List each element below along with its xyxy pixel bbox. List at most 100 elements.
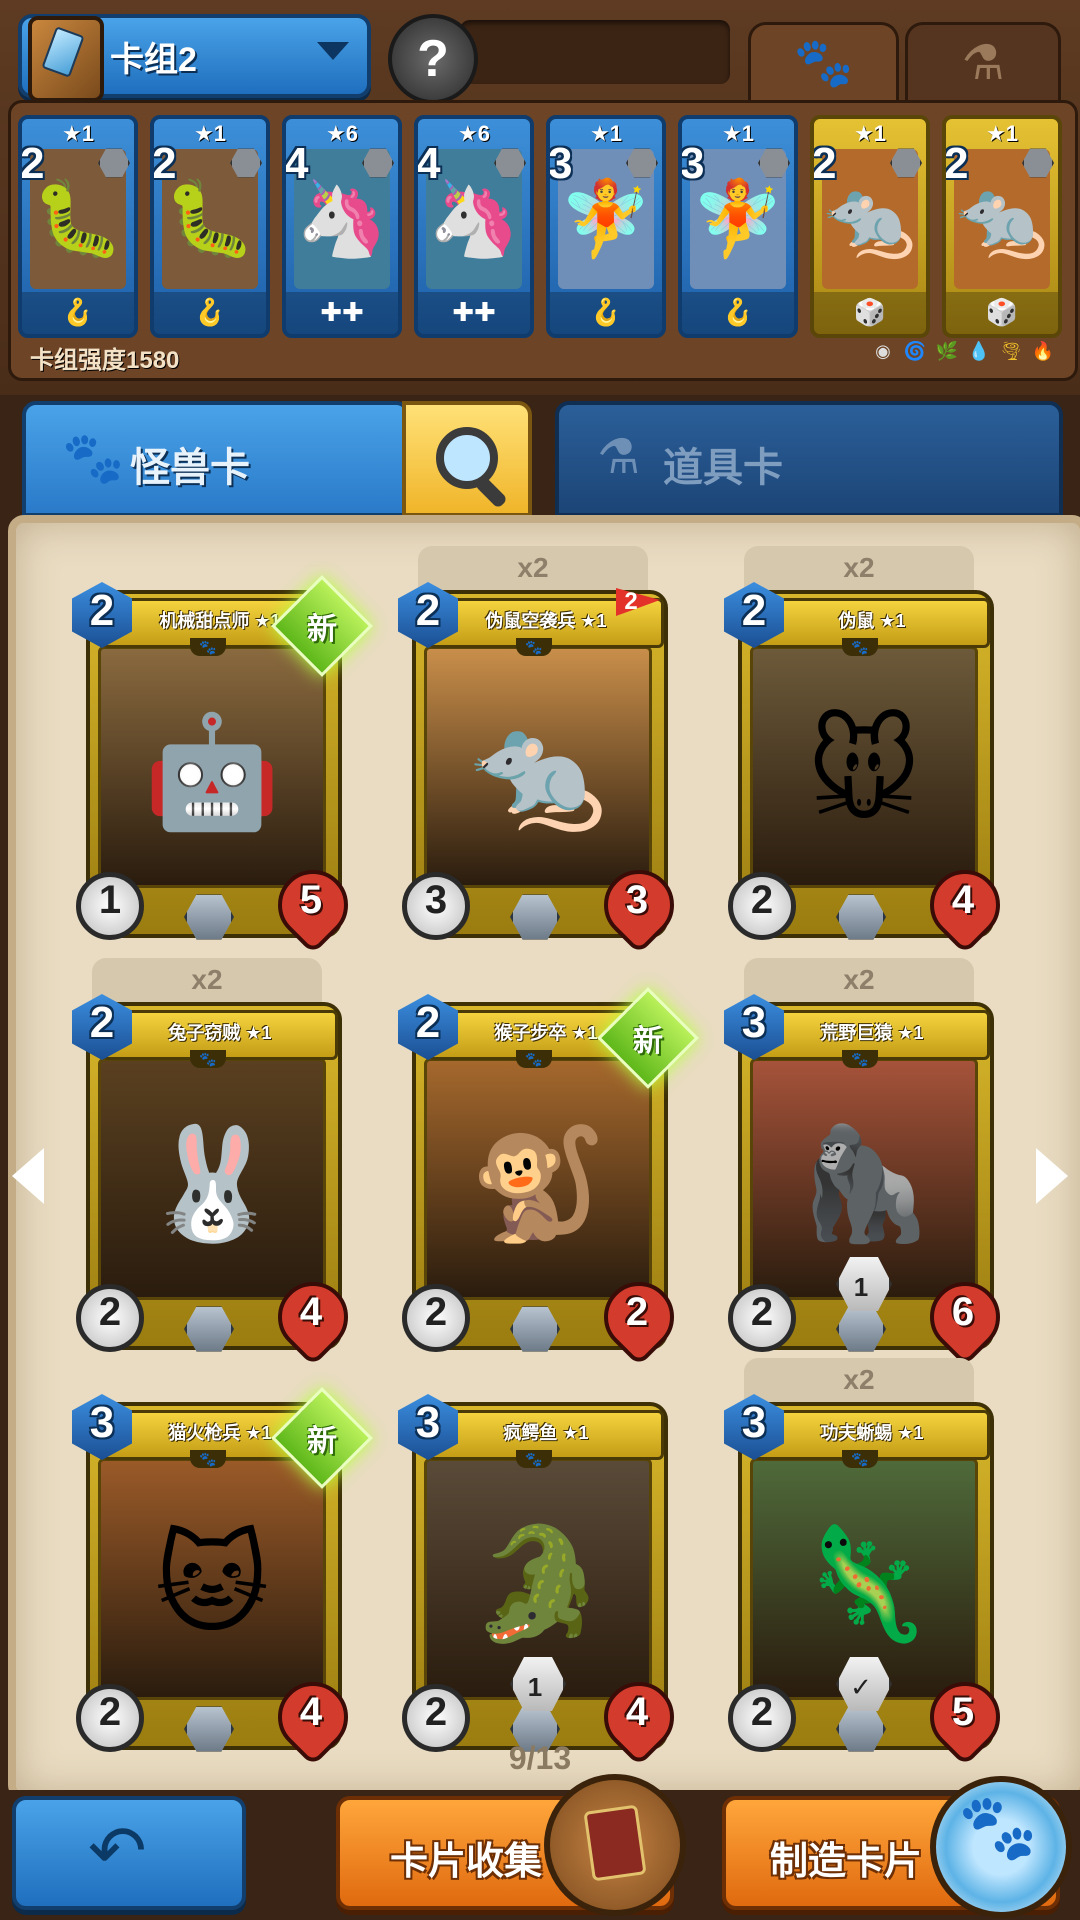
wind-element-icon: 🌪	[999, 341, 1023, 361]
card-art: 🐒	[424, 1058, 652, 1300]
back-arrow-icon: ↶	[88, 1812, 147, 1890]
collection-card-slot[interactable]: x2 🦎 功夫蜥蜴 ★1 🐾 3 2 5 ✓	[724, 1358, 1015, 1772]
deck-card-cost: 2	[20, 139, 45, 188]
deck-card[interactable]: 🐛 ★1 2 🪝	[150, 115, 270, 338]
deck-selector[interactable]: 卡组2	[18, 14, 371, 102]
card-cost: 3	[741, 998, 767, 1047]
deck-card[interactable]: 🐀 ★1 2 🎲	[942, 115, 1062, 338]
card-art: 🐭	[750, 646, 978, 888]
monster-card[interactable]: 🐒 猴子步卒 ★1 🐾 2 2 2 新	[398, 987, 699, 1372]
ability-value: ✓	[850, 1672, 872, 1702]
deck-card[interactable]: 🦄 ★6 4 ✚✚	[414, 115, 534, 338]
back-button[interactable]: ↶	[12, 1796, 246, 1910]
next-page-arrow-icon[interactable]	[1036, 1148, 1068, 1204]
collection-card-slot[interactable]: x2 🦍 荒野巨猿 ★1 🐾 3 2 6 1	[724, 958, 1015, 1372]
tab-monster-cards[interactable]: 🐾 怪兽卡	[22, 401, 410, 517]
potion-icon: ⚗	[597, 431, 641, 484]
card-cost: 2	[415, 586, 441, 635]
deck-name: 卡组2	[110, 41, 197, 79]
card-cost: 2	[89, 998, 115, 1047]
tribe-paw-icon: 🐾	[516, 1450, 552, 1468]
opponent-name-bar	[460, 20, 730, 84]
new-badge-label: 新	[307, 1425, 337, 1458]
card-hp: 4	[299, 1290, 323, 1334]
deck-card-ability-icon: ✚✚	[320, 297, 364, 327]
tab-item-label: 道具卡	[663, 446, 783, 490]
deck-card[interactable]: 🧚 ★1 3 🪝	[546, 115, 666, 338]
deck-card-footer: 🪝	[682, 292, 794, 334]
deck-book-icon	[28, 16, 104, 102]
tribe-paw-icon: 🐾	[190, 638, 226, 656]
page-indicator: 9/13	[508, 1740, 572, 1776]
monster-illustration: 🤖	[143, 710, 281, 834]
monster-card[interactable]: 🐊 疯鳄鱼 ★1 🐾 3 2 4 1	[398, 1392, 689, 1772]
monster-card[interactable]: 🐰 兔子窃贼 ★1 🐾 2 2 4	[72, 992, 363, 1372]
card-hp: 4	[951, 878, 975, 922]
deck-card-ability-icon: 🎲	[853, 297, 887, 327]
fire-element-icon: 🔥	[1031, 341, 1055, 361]
monster-card[interactable]: 🦎 功夫蜥蜴 ★1 🐾 3 2 5 ✓	[724, 1392, 1015, 1772]
tab-item-cards[interactable]: ⚗ 道具卡	[555, 401, 1063, 517]
deck-card[interactable]: 🐀 ★1 2 🎲	[810, 115, 930, 338]
deck-card-footer: ✚✚	[418, 292, 530, 334]
card-hp: 2	[625, 1290, 649, 1334]
tab-item-deck[interactable]: ⚗	[905, 22, 1061, 103]
prev-page-arrow-icon[interactable]	[12, 1148, 44, 1204]
card-hp: 4	[625, 1690, 649, 1734]
category-tabs: 🐾 怪兽卡 ⚗ 道具卡	[0, 395, 1080, 520]
tribe-paw-icon: 🐾	[190, 1050, 226, 1068]
deck-card-ability-icon: 🪝	[721, 297, 755, 327]
card-attack: 2	[750, 1290, 774, 1334]
deck-card-cost: 2	[152, 139, 177, 188]
collection-card-slot[interactable]: 🤖 机械甜点师 ★1 🐾 2 1 5 新	[72, 575, 373, 960]
collection-card-slot[interactable]: 🐊 疯鳄鱼 ★1 🐾 3 2 4 1	[398, 1392, 689, 1772]
collection-card-slot[interactable]: x2 🐭 伪鼠 ★1 🐾 2 2 4	[724, 546, 1015, 960]
neutral-element-icon: ◉	[875, 341, 891, 361]
card-art: 🤖	[98, 646, 326, 888]
deck-card-cost: 2	[812, 139, 837, 188]
card-cost: 3	[415, 1398, 441, 1447]
chevron-down-icon[interactable]	[317, 42, 349, 60]
collection-card-slot[interactable]: x2 🐀 伪鼠空袭兵 ★1 🐾 2 3 3 2	[398, 546, 689, 960]
card-cost: 3	[89, 1398, 115, 1447]
opponent-avatar[interactable]: ?	[388, 14, 478, 104]
tribe-paw-icon: 🐾	[842, 1050, 878, 1068]
tab-monster-deck[interactable]: 🐾	[748, 22, 899, 103]
paw-icon: 🐾	[958, 1791, 1038, 1863]
deck-card-ability-icon: 🎲	[985, 297, 1019, 327]
card-attack: 2	[750, 1690, 774, 1734]
deck-card[interactable]: 🧚 ★1 3 🪝	[678, 115, 798, 338]
deck-card-cost: 3	[548, 139, 573, 188]
card-attack: 2	[750, 878, 774, 922]
deck-card-footer: 🪝	[22, 292, 134, 334]
monster-card[interactable]: 🐭 伪鼠 ★1 🐾 2 2 4	[724, 580, 1015, 960]
card-hp: 5	[951, 1690, 975, 1734]
tribe-paw-icon: 🐾	[516, 638, 552, 656]
card-book-icon[interactable]	[544, 1774, 686, 1916]
monster-illustration: 🐭	[806, 710, 922, 834]
deck-card-ability-icon: 🪝	[589, 297, 623, 327]
deck-card-cost: 3	[680, 139, 705, 188]
tab-monster-label: 怪兽卡	[130, 446, 250, 490]
tribe-paw-icon: 🐾	[190, 1450, 226, 1468]
monster-card[interactable]: 🐀 伪鼠空袭兵 ★1 🐾 2 3 3 2	[398, 580, 689, 960]
arcane-element-icon: 🌀	[903, 341, 927, 361]
water-element-icon: 💧	[967, 341, 991, 361]
collection-card-slot[interactable]: 🐒 猴子步卒 ★1 🐾 2 2 2 新	[398, 987, 699, 1372]
collection-card-slot[interactable]: x2 🐰 兔子窃贼 ★1 🐾 2 2 4	[72, 958, 363, 1372]
deck-card[interactable]: 🐛 ★1 2 🪝	[18, 115, 138, 338]
monster-card[interactable]: 🦍 荒野巨猿 ★1 🐾 3 2 6 1	[724, 992, 1015, 1372]
deck-card[interactable]: 🦄 ★6 4 ✚✚	[282, 115, 402, 338]
monster-card[interactable]: 🐱 猫火枪兵 ★1 🐾 3 2 4 新	[72, 1387, 373, 1772]
deck-card-footer: 🪝	[550, 292, 662, 334]
monster-illustration: 🦍	[795, 1122, 933, 1246]
monster-illustration: 🐊	[469, 1522, 607, 1646]
monster-card[interactable]: 🤖 机械甜点师 ★1 🐾 2 1 5 新	[72, 575, 373, 960]
card-art: 🐀	[424, 646, 652, 888]
search-button[interactable]	[402, 401, 532, 517]
card-hp: 5	[299, 878, 323, 922]
card-attack: 3	[424, 878, 448, 922]
card-art: 🐰	[98, 1058, 326, 1300]
collection-card-slot[interactable]: 🐱 猫火枪兵 ★1 🐾 3 2 4 新	[72, 1387, 373, 1772]
nature-element-icon: 🌿	[935, 341, 959, 361]
